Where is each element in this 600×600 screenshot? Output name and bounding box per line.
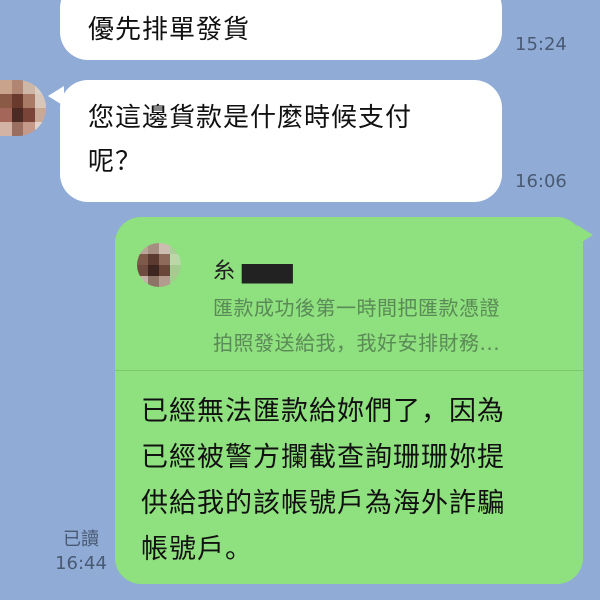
outgoing-message-bubble[interactable]: 糸 ▆▆▆ 匯款成功後第一時間把匯款憑證 拍照發送給我，我好安排財務... 已經… [115,217,593,584]
message-text-line: 已經無法匯款給妳們了，因為 [141,396,505,427]
reply-quote-line: 拍照發送給我，我好安排財務... [213,331,501,355]
message-text-line: 帳號戶。 [141,534,253,565]
incoming-message-bubble[interactable]: 優先排單發貨 [60,0,502,60]
message-text-line: 呢？ [88,147,143,177]
reply-quote-text: 匯款成功後第一時間把匯款憑證 拍照發送給我，我好安排財務... [213,291,583,361]
message-timestamp: 16:44 [55,553,107,574]
message-text-line: 已經被警方攔截查詢珊珊妳提 [141,442,505,473]
sender-avatar[interactable] [0,80,46,136]
reply-quote[interactable]: 糸 ▆▆▆ 匯款成功後第一時間把匯款憑證 拍照發送給我，我好安排財務... [133,233,565,379]
reply-divider [115,370,583,371]
reply-avatar [137,243,181,287]
read-label: 已讀 [63,529,99,550]
message-text-line: 供給我的該帳號戶為海外詐騙 [141,488,505,519]
chat-view: 優先排單發貨 15:24 您這邊貨款是什麼時候支付 呢？ 16:06 糸 ▆▆▆… [0,0,600,600]
incoming-message-bubble[interactable]: 您這邊貨款是什麼時候支付 呢？ [60,80,502,202]
message-text-line: 您這邊貨款是什麼時候支付 [88,103,413,133]
read-receipt: 已讀 16:44 [52,528,110,576]
message-timestamp: 16:06 [515,171,567,192]
reply-sender-name: 糸 ▆▆▆ [213,259,293,284]
reply-quote-line: 匯款成功後第一時間把匯款憑證 [213,296,500,320]
bubble-tail [577,225,593,245]
message-text: 已經無法匯款給妳們了，因為 已經被警方攔截查詢珊珊妳提 供給我的該帳號戶為海外詐… [141,389,561,573]
message-timestamp: 15:24 [515,34,567,55]
message-text: 優先排單發貨 [88,15,251,45]
